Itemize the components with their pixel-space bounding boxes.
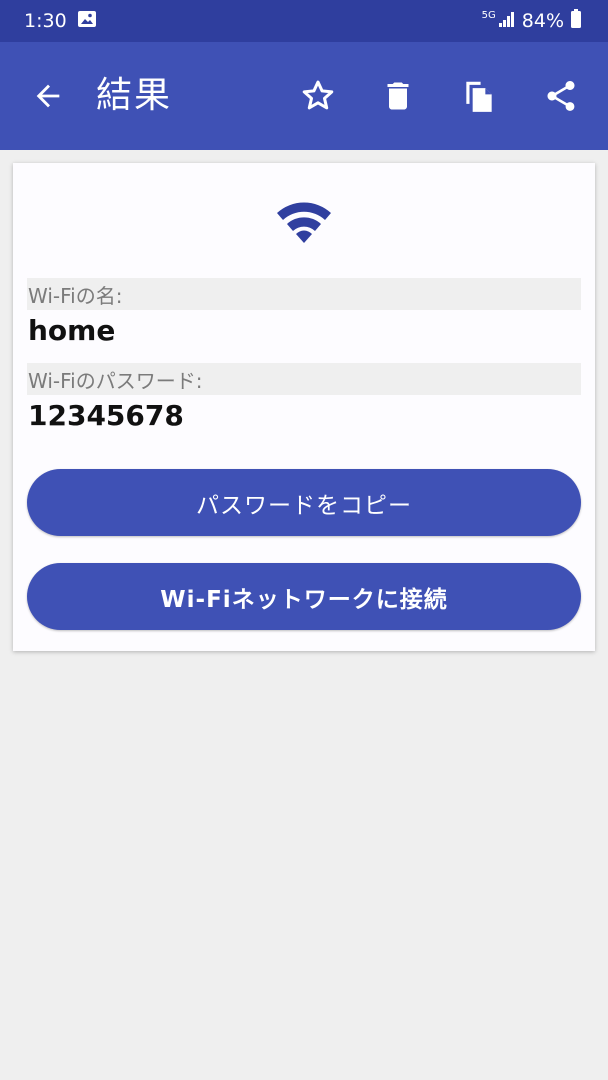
battery-percent: 84% — [521, 10, 564, 32]
battery-icon — [570, 8, 582, 34]
status-right: 5G 84% — [481, 8, 582, 34]
back-button[interactable] — [28, 76, 68, 116]
password-label: Wi-Fiのパスワード: — [27, 363, 581, 395]
image-notification-icon — [77, 9, 97, 34]
favorite-button[interactable] — [294, 72, 342, 120]
page-title: 結果 — [96, 75, 173, 116]
share-button[interactable] — [537, 72, 585, 120]
copy-icon — [466, 81, 492, 112]
ssid-label: Wi-Fiの名: — [27, 278, 581, 310]
app-bar: 結果 — [0, 42, 608, 150]
password-value: 12345678 — [28, 399, 184, 432]
delete-button[interactable] — [374, 72, 422, 120]
share-icon — [547, 81, 575, 111]
status-bar: 1:30 5G 84% — [0, 0, 608, 42]
copy-password-button[interactable]: パスワードをコピー — [27, 469, 581, 536]
network-type: 5G — [481, 9, 496, 21]
status-time: 1:30 — [24, 10, 67, 32]
result-card: Wi-Fiの名: home Wi-Fiのパスワード: 12345678 パスワー… — [13, 163, 595, 651]
signal-icon — [498, 10, 516, 33]
ssid-value: home — [28, 314, 116, 347]
copy-button[interactable] — [455, 72, 503, 120]
wifi-icon — [277, 202, 331, 243]
trash-icon — [387, 82, 409, 110]
star-outline-icon — [302, 80, 334, 110]
status-left: 1:30 — [24, 9, 97, 34]
connect-wifi-button[interactable]: Wi-Fiネットワークに接続 — [27, 563, 581, 630]
arrow-left-icon — [36, 84, 60, 108]
